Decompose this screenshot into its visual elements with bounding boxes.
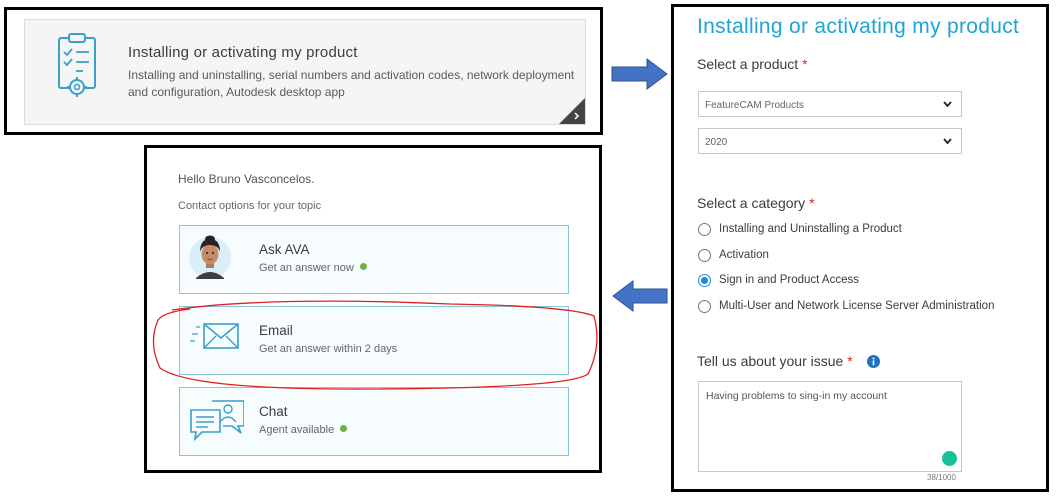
topic-card[interactable]: Installing or activating my product Inst… xyxy=(24,19,586,125)
char-counter: 38/1000 xyxy=(927,473,956,482)
chat-agent-icon xyxy=(190,400,244,442)
red-highlight-ellipse xyxy=(152,300,598,390)
option-subtitle: Get an answer now xyxy=(259,262,367,274)
required-mark: * xyxy=(809,195,815,211)
product-label-text: Select a product xyxy=(697,56,799,72)
radio-label: Installing and Uninstalling a Product xyxy=(719,223,902,235)
grammarly-icon[interactable] xyxy=(942,451,957,466)
radio-button-checked[interactable] xyxy=(698,274,711,287)
category-label: Select a category * xyxy=(697,195,815,211)
radio-button[interactable] xyxy=(698,300,711,313)
product-select-value: FeatureCAM Products xyxy=(705,100,804,111)
topic-card-description: Installing and uninstalling, serial numb… xyxy=(128,68,575,99)
option-title: Chat xyxy=(259,404,288,419)
required-mark: * xyxy=(802,56,808,72)
contact-subtitle: Contact options for your topic xyxy=(178,200,322,212)
version-select[interactable]: 2020 xyxy=(698,128,962,154)
chevron-down-icon xyxy=(943,101,952,107)
category-label-text: Select a category xyxy=(697,195,806,211)
arrow-left-icon xyxy=(612,280,668,312)
ask-ava-option[interactable]: Ask AVA Get an answer now xyxy=(179,225,569,294)
clipboard-gear-icon xyxy=(58,33,96,97)
radio-label: Sign in and Product Access xyxy=(719,274,859,286)
form-title: Installing or activating my product xyxy=(697,15,1020,38)
radio-button[interactable] xyxy=(698,223,711,236)
option-subtitle-text: Agent available xyxy=(259,424,335,436)
chevron-right-icon[interactable] xyxy=(559,98,585,124)
support-form-panel: Installing or activating my product Sele… xyxy=(671,4,1049,492)
arrow-right-icon xyxy=(611,58,668,90)
chat-option[interactable]: Chat Agent available xyxy=(179,387,569,456)
radio-label: Multi-User and Network License Server Ad… xyxy=(719,300,995,312)
option-title: Ask AVA xyxy=(259,242,310,257)
ava-avatar xyxy=(189,235,231,279)
greeting: Hello Bruno Vasconcelos. xyxy=(178,172,315,186)
option-subtitle: Agent available xyxy=(259,424,348,436)
info-icon[interactable] xyxy=(867,355,880,368)
topic-card-title: Installing or activating my product xyxy=(128,44,358,61)
issue-label-text: Tell us about your issue xyxy=(697,353,844,369)
issue-textarea[interactable]: Having problems to sing-in my account xyxy=(698,381,962,472)
product-label: Select a product * xyxy=(697,56,808,72)
contact-panel: Hello Bruno Vasconcelos. Contact options… xyxy=(144,145,602,473)
issue-label: Tell us about your issue * xyxy=(697,353,853,369)
issue-text: Having problems to sing-in my account xyxy=(706,390,887,402)
available-dot-icon xyxy=(340,425,348,432)
option-subtitle-text: Get an answer now xyxy=(259,262,354,274)
version-select-value: 2020 xyxy=(705,137,728,148)
available-dot-icon xyxy=(359,263,367,270)
topic-panel: Installing or activating my product Inst… xyxy=(4,7,603,135)
radio-button[interactable] xyxy=(698,249,711,262)
product-select[interactable]: FeatureCAM Products xyxy=(698,91,962,117)
chevron-down-icon xyxy=(943,138,952,144)
required-mark: * xyxy=(847,353,853,369)
radio-label: Activation xyxy=(719,249,769,261)
